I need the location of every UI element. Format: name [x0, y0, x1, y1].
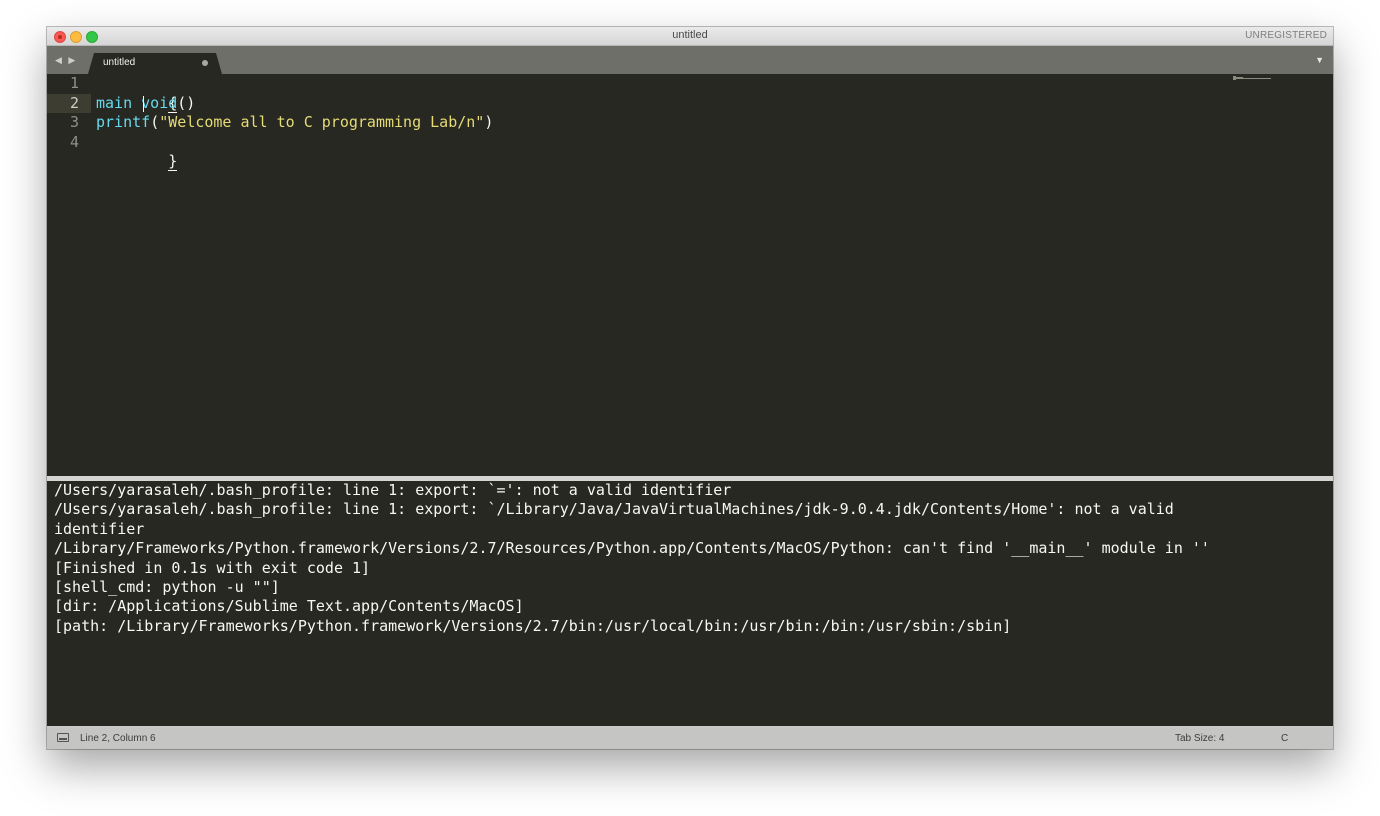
tab-bar: ◀ ▶ untitled ▼ [47, 46, 1333, 74]
output-line: [Finished in 0.1s with exit code 1] [54, 558, 371, 577]
output-line: /Users/yarasaleh/.bash_profile: line 1: … [54, 500, 1174, 519]
text-cursor [143, 95, 144, 112]
code-line[interactable]: 4 } [47, 132, 1333, 171]
line-content: printf("Welcome all to C programming Lab… [96, 113, 493, 133]
string-token: "Welcome all to C programming Lab/n" [159, 113, 485, 131]
paren-close-token: ) [484, 113, 494, 131]
cursor-position: Line 2, Column 6 [80, 733, 156, 744]
line-number: 3 [69, 113, 79, 131]
output-text: /Users/yarasaleh/.bash_profile: line 1: … [54, 481, 1210, 636]
line-content: } [96, 133, 178, 192]
output-line: identifier [54, 519, 145, 538]
line-number: 4 [69, 132, 79, 151]
parens-token: () [177, 93, 196, 112]
window-title: untitled [672, 29, 708, 41]
tab-label: untitled [103, 57, 136, 68]
brace-token: } [168, 152, 178, 171]
unsaved-dot-icon[interactable] [202, 60, 208, 66]
line-content: main void() [96, 94, 195, 114]
syntax-selector[interactable]: C [1281, 733, 1288, 744]
output-line: /Users/yarasaleh/.bash_profile: line 1: … [54, 481, 732, 499]
output-line: [shell_cmd: python -u ""] [54, 578, 280, 597]
line-number: 2 [47, 93, 91, 113]
tab-menu-chevron-down-icon[interactable]: ▼ [1315, 55, 1324, 65]
build-output-panel[interactable]: /Users/yarasaleh/.bash_profile: line 1: … [48, 481, 1332, 726]
code-line[interactable]: 3 printf("Welcome all to C programming L… [47, 113, 1333, 133]
output-line: [dir: /Applications/Sublime Text.app/Con… [54, 597, 524, 616]
line-number: 1 [69, 74, 79, 92]
output-line: /Library/Frameworks/Python.framework/Ver… [54, 539, 1210, 558]
output-line: [path: /Library/Frameworks/Python.framew… [54, 616, 1012, 635]
unregistered-label: UNREGISTERED [1245, 30, 1327, 41]
tab-size-selector[interactable]: Tab Size: 4 [1175, 733, 1224, 744]
function-token: main void [96, 93, 178, 112]
panel-toggle-icon[interactable] [57, 733, 69, 742]
tab-untitled[interactable]: untitled [88, 53, 222, 74]
title-bar: untitled UNREGISTERED [47, 27, 1333, 46]
tab-nav-arrows-icon[interactable]: ◀ ▶ [55, 55, 77, 66]
code-line[interactable]: 1 { [47, 74, 1333, 113]
code-editor[interactable]: 1 { 2 main void() 3 printf("Welcome all … [47, 74, 1333, 476]
sublime-window: untitled UNREGISTERED ◀ ▶ untitled ▼ 1 {… [47, 27, 1333, 749]
paren-open-token: ( [150, 113, 160, 131]
code-line-current[interactable]: 2 main void() [47, 93, 1333, 114]
function-token: printf [96, 113, 151, 131]
status-bar: Line 2, Column 6 Tab Size: 4 C [47, 728, 1333, 749]
